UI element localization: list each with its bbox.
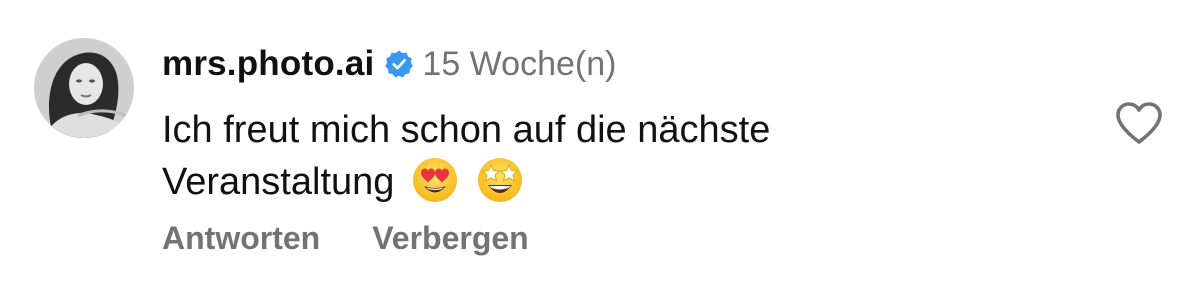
comment-header: mrs.photo.ai 15 Woche(n)	[162, 40, 616, 88]
heart-outline-icon	[1116, 102, 1162, 144]
comment-text-line2: Veranstaltung	[162, 161, 395, 203]
like-button[interactable]	[1114, 100, 1164, 146]
timestamp: 15 Woche(n)	[422, 44, 617, 83]
hide-button[interactable]: Verbergen	[372, 220, 529, 257]
avatar[interactable]	[34, 38, 134, 138]
smiling-face-with-heart-eyes-icon	[411, 156, 459, 204]
star-struck-icon	[476, 156, 524, 204]
verified-badge-icon	[384, 49, 414, 79]
comment: mrs.photo.ai 15 Woche(n) Ich freut mich …	[0, 0, 1194, 290]
comment-actions: Antworten Verbergen	[162, 220, 529, 257]
comment-text: Ich freut mich schon auf die nächste Ver…	[162, 104, 1062, 208]
reply-button[interactable]: Antworten	[162, 220, 320, 257]
username[interactable]: mrs.photo.ai	[162, 44, 374, 84]
comment-text-line1: Ich freut mich schon auf die nächste	[162, 109, 771, 151]
avatar-image	[34, 38, 134, 138]
